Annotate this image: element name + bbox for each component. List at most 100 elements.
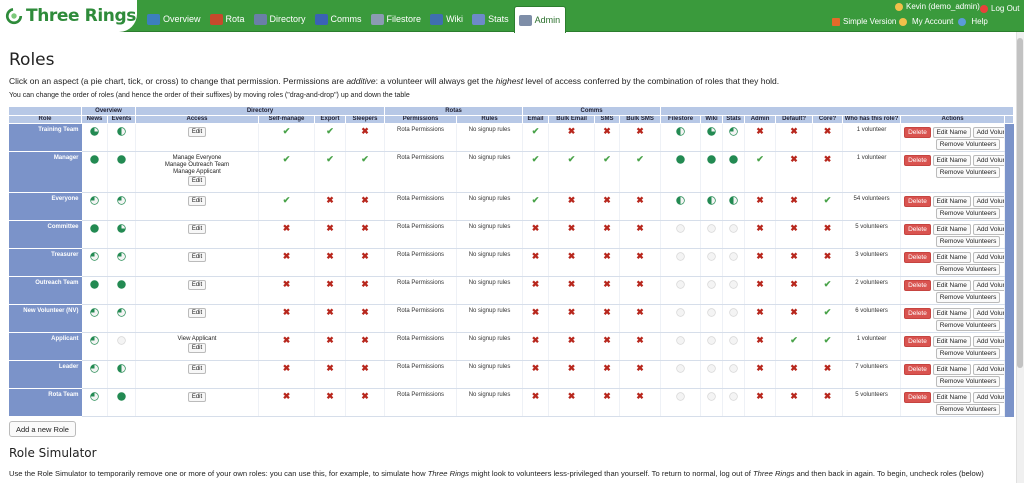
cross-icon[interactable]: ✖: [603, 279, 611, 289]
edit-access-button[interactable]: Edit: [187, 308, 207, 318]
edit-name-button[interactable]: Edit Name: [932, 196, 971, 207]
full-pie-icon[interactable]: [90, 224, 99, 233]
cross-icon[interactable]: ✖: [361, 223, 369, 233]
cross-icon[interactable]: ✖: [756, 279, 764, 289]
three-rings-logo[interactable]: Three Rings: [0, 0, 137, 32]
three-quarter-pie-icon[interactable]: [117, 224, 126, 233]
volunteer-count-link[interactable]: 1 volunteer: [857, 155, 887, 161]
volunteer-count-link[interactable]: 7 volunteers: [855, 364, 888, 370]
role-row[interactable]: Applicant View Applicant Edit ✖ ✖ ✖ Rota Permi…: [8, 332, 1014, 361]
signup-rules-link[interactable]: No signup rules: [469, 392, 511, 398]
cross-icon[interactable]: ✖: [756, 223, 764, 233]
empty-pie-icon[interactable]: [707, 364, 716, 373]
cross-icon[interactable]: ✖: [283, 363, 291, 373]
cross-icon[interactable]: ✖: [603, 251, 611, 261]
simple-version-link[interactable]: Simple Version: [832, 17, 896, 26]
edit-name-button[interactable]: Edit Name: [932, 155, 971, 166]
volunteer-count-link[interactable]: 6 volunteers: [855, 308, 888, 314]
empty-pie-icon[interactable]: [676, 252, 685, 261]
half-pie-icon[interactable]: [676, 196, 685, 205]
rota-permissions-link[interactable]: Rota Permissions: [397, 224, 444, 230]
cross-icon[interactable]: ✖: [824, 363, 832, 373]
cross-icon[interactable]: ✖: [824, 251, 832, 261]
tick-icon[interactable]: ✔: [326, 154, 334, 164]
cross-icon[interactable]: ✖: [361, 363, 369, 373]
edit-access-button[interactable]: Edit: [187, 280, 207, 290]
role-row[interactable]: Manager Manage Everyone Manage Outreach Te…: [8, 151, 1014, 193]
empty-pie-icon[interactable]: [729, 280, 738, 289]
half-pie-icon[interactable]: [676, 127, 685, 136]
role-name[interactable]: Committee: [8, 220, 82, 249]
cross-icon[interactable]: ✖: [568, 279, 576, 289]
cross-icon[interactable]: ✖: [603, 391, 611, 401]
nav-tab-filestore[interactable]: Filestore: [367, 6, 427, 32]
remove-volunteers-button[interactable]: Remove Volunteers: [935, 320, 1001, 331]
cross-icon[interactable]: ✖: [790, 391, 798, 401]
cross-icon[interactable]: ✖: [568, 363, 576, 373]
tick-icon[interactable]: ✔: [283, 126, 291, 136]
cross-icon[interactable]: ✖: [283, 307, 291, 317]
role-name[interactable]: New Volunteer (NV): [8, 304, 82, 333]
edit-name-button[interactable]: Edit Name: [932, 127, 971, 138]
rota-permissions-link[interactable]: Rota Permissions: [397, 127, 444, 133]
remove-volunteers-button[interactable]: Remove Volunteers: [935, 208, 1001, 219]
role-name[interactable]: Manager: [8, 151, 82, 193]
cross-icon[interactable]: ✖: [326, 223, 334, 233]
nav-tab-comms[interactable]: Comms: [311, 6, 367, 32]
full-pie-icon[interactable]: [676, 155, 685, 164]
row-drag-handle[interactable]: [1004, 276, 1014, 305]
nav-tab-directory[interactable]: Directory: [250, 6, 311, 32]
role-row[interactable]: New Volunteer (NV) Edit ✖ ✖ ✖ Rota Permission…: [8, 304, 1014, 333]
delete-role-button[interactable]: Delete: [904, 224, 931, 235]
cross-icon[interactable]: ✖: [532, 251, 540, 261]
cross-icon[interactable]: ✖: [361, 391, 369, 401]
cross-icon[interactable]: ✖: [532, 279, 540, 289]
add-volunteers-button[interactable]: Add Volunteers: [972, 224, 1004, 235]
cross-icon[interactable]: ✖: [568, 391, 576, 401]
half-pie-icon[interactable]: [117, 364, 126, 373]
cross-icon[interactable]: ✖: [603, 363, 611, 373]
half-pie-icon[interactable]: [707, 196, 716, 205]
nav-tab-wiki[interactable]: Wiki: [426, 6, 468, 32]
cross-icon[interactable]: ✖: [326, 307, 334, 317]
delete-role-button[interactable]: Delete: [904, 155, 931, 166]
edit-name-button[interactable]: Edit Name: [932, 364, 971, 375]
add-volunteers-button[interactable]: Add Volunteers: [972, 252, 1004, 263]
edit-access-button[interactable]: Edit: [187, 127, 207, 137]
empty-pie-icon[interactable]: [729, 392, 738, 401]
cross-icon[interactable]: ✖: [756, 335, 764, 345]
row-drag-handle[interactable]: [1004, 304, 1014, 333]
tick-icon[interactable]: ✔: [568, 154, 576, 164]
rota-permissions-link[interactable]: Rota Permissions: [397, 196, 444, 202]
cross-icon[interactable]: ✖: [824, 391, 832, 401]
cross-icon[interactable]: ✖: [636, 279, 644, 289]
tick-icon[interactable]: ✔: [824, 335, 832, 345]
empty-pie-icon[interactable]: [707, 280, 716, 289]
cross-icon[interactable]: ✖: [756, 391, 764, 401]
edit-name-button[interactable]: Edit Name: [932, 252, 971, 263]
three-quarter-pie-icon[interactable]: [90, 127, 99, 136]
empty-pie-icon[interactable]: [676, 308, 685, 317]
quarter-pie-icon[interactable]: [117, 308, 126, 317]
empty-pie-icon[interactable]: [729, 336, 738, 345]
tick-icon[interactable]: ✔: [361, 154, 369, 164]
cross-icon[interactable]: ✖: [603, 307, 611, 317]
add-role-button[interactable]: Add a new Role: [9, 421, 76, 437]
cross-icon[interactable]: ✖: [283, 223, 291, 233]
three-quarter-pie-icon[interactable]: [707, 127, 716, 136]
cross-icon[interactable]: ✖: [326, 363, 334, 373]
edit-name-button[interactable]: Edit Name: [932, 224, 971, 235]
cross-icon[interactable]: ✖: [568, 307, 576, 317]
signup-rules-link[interactable]: No signup rules: [469, 252, 511, 258]
edit-name-button[interactable]: Edit Name: [932, 280, 971, 291]
edit-access-button[interactable]: Edit: [187, 252, 207, 262]
signup-rules-link[interactable]: No signup rules: [469, 224, 511, 230]
volunteer-count-link[interactable]: 2 volunteers: [855, 280, 888, 286]
cross-icon[interactable]: ✖: [824, 154, 832, 164]
tick-icon[interactable]: ✔: [326, 126, 334, 136]
cross-icon[interactable]: ✖: [636, 391, 644, 401]
cross-icon[interactable]: ✖: [790, 279, 798, 289]
full-pie-icon[interactable]: [117, 392, 126, 401]
tick-icon[interactable]: ✔: [756, 154, 764, 164]
volunteer-count-link[interactable]: 54 volunteers: [854, 196, 890, 202]
